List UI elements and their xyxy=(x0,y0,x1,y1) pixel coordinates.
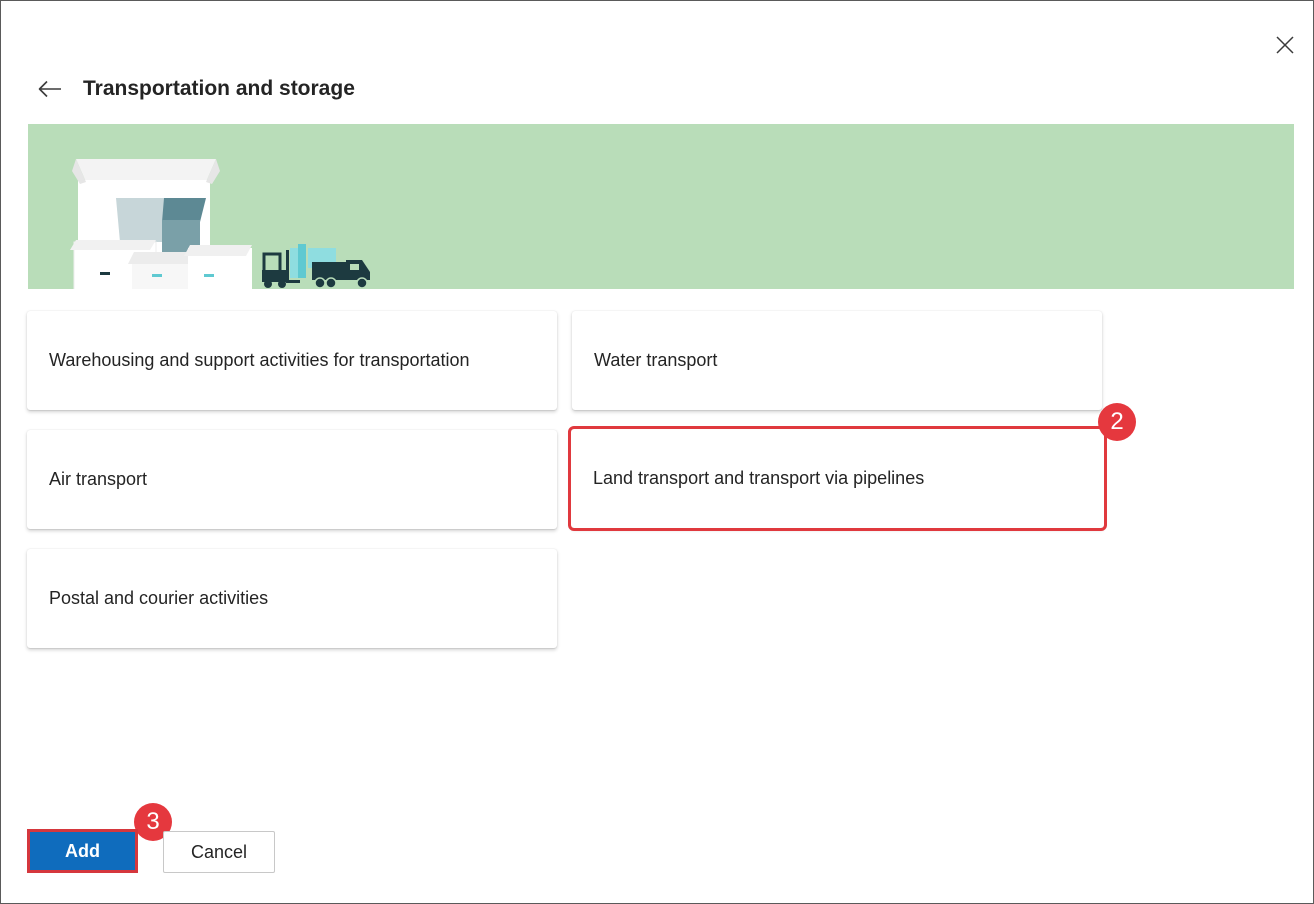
card-land-transport[interactable]: Land transport and transport via pipelin… xyxy=(568,426,1107,531)
card-label: Warehousing and support activities for t… xyxy=(49,350,470,370)
warehouse-boxes-and-truck-illustration xyxy=(70,159,370,289)
dialog-panel: Transportation and storage Warehousing a… xyxy=(0,0,1314,904)
arrow-left-icon xyxy=(38,80,61,98)
add-button[interactable]: Add xyxy=(27,829,138,873)
card-label: Air transport xyxy=(49,469,148,489)
category-banner xyxy=(28,124,1294,289)
close-icon xyxy=(1276,36,1294,54)
card-postal-courier[interactable]: Postal and courier activities xyxy=(27,549,557,648)
card-label: Land transport and transport via pipelin… xyxy=(593,468,925,488)
cancel-button[interactable]: Cancel xyxy=(163,831,275,873)
card-air-transport[interactable]: Air transport xyxy=(27,430,557,529)
card-label: Water transport xyxy=(594,350,718,370)
back-button[interactable] xyxy=(35,75,65,103)
card-water-transport[interactable]: Water transport xyxy=(572,311,1102,410)
close-button[interactable] xyxy=(1271,31,1299,59)
card-label: Postal and courier activities xyxy=(49,588,269,608)
page-title: Transportation and storage xyxy=(83,77,355,100)
step-marker-2: 2 xyxy=(1098,403,1136,441)
card-warehousing[interactable]: Warehousing and support activities for t… xyxy=(27,311,557,410)
